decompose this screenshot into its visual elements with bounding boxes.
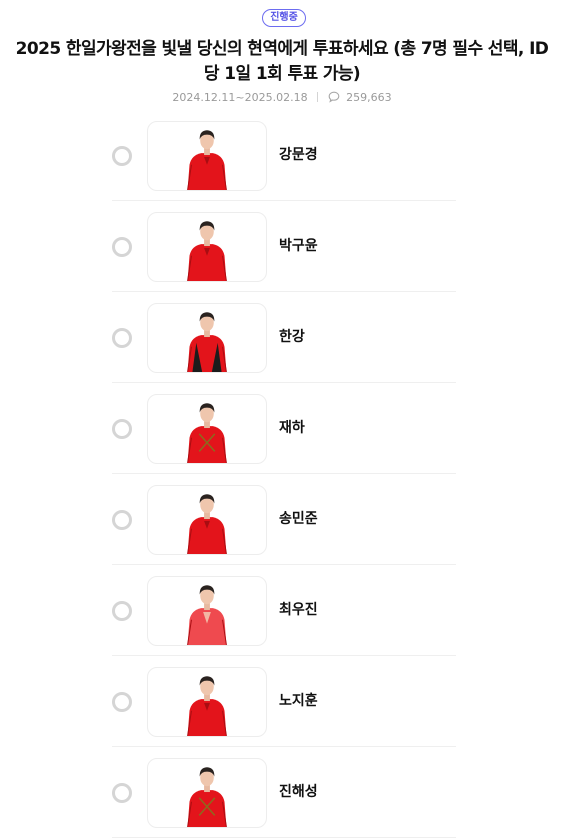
candidate-name: 재하 <box>279 420 305 436</box>
candidate-radio[interactable] <box>112 419 132 439</box>
poll-page: 진행중 2025 한일가왕전을 빛낼 당신의 현역에게 투표하세요 (총 7명 … <box>0 0 564 839</box>
candidate-option[interactable]: 재하 <box>112 383 456 474</box>
candidate-photo <box>147 394 267 464</box>
candidate-option[interactable]: 노지훈 <box>112 656 456 747</box>
candidate-name: 강문경 <box>279 147 318 163</box>
candidate-radio[interactable] <box>112 146 132 166</box>
candidate-radio[interactable] <box>112 783 132 803</box>
poll-meta: 2024.12.11~2025.02.18 259,663 <box>0 90 564 108</box>
status-badge: 진행중 <box>262 9 306 27</box>
candidate-option[interactable]: 송민준 <box>112 474 456 565</box>
candidate-name: 진해성 <box>279 784 318 800</box>
candidate-name: 박구윤 <box>279 238 318 254</box>
candidate-photo <box>147 758 267 828</box>
candidate-photo <box>147 576 267 646</box>
candidate-option[interactable]: 최우진 <box>112 565 456 656</box>
candidate-name: 노지훈 <box>279 693 318 709</box>
candidate-radio[interactable] <box>112 601 132 621</box>
candidate-radio[interactable] <box>112 328 132 348</box>
candidate-photo <box>147 667 267 737</box>
candidate-list: 강문경박구윤한강재하송민준최우진노지훈진해성 <box>112 110 456 838</box>
candidate-option[interactable]: 한강 <box>112 292 456 383</box>
comment-bubble-icon <box>328 91 340 108</box>
candidate-photo <box>147 303 267 373</box>
candidate-radio[interactable] <box>112 237 132 257</box>
candidate-radio[interactable] <box>112 692 132 712</box>
candidate-name: 한강 <box>279 329 305 345</box>
poll-title: 2025 한일가왕전을 빛낼 당신의 현역에게 투표하세요 (총 7명 필수 선… <box>15 39 549 84</box>
candidate-photo <box>147 121 267 191</box>
comment-count: 259,663 <box>346 91 392 104</box>
candidate-photo <box>147 212 267 282</box>
candidate-option[interactable]: 진해성 <box>112 747 456 838</box>
candidate-option[interactable]: 박구윤 <box>112 201 456 292</box>
candidate-photo <box>147 485 267 555</box>
candidate-name: 최우진 <box>279 602 318 618</box>
candidate-name: 송민준 <box>279 511 318 527</box>
poll-period: 2024.12.11~2025.02.18 <box>172 91 308 104</box>
candidate-option[interactable]: 강문경 <box>112 110 456 201</box>
meta-divider <box>317 92 319 102</box>
candidate-radio[interactable] <box>112 510 132 530</box>
